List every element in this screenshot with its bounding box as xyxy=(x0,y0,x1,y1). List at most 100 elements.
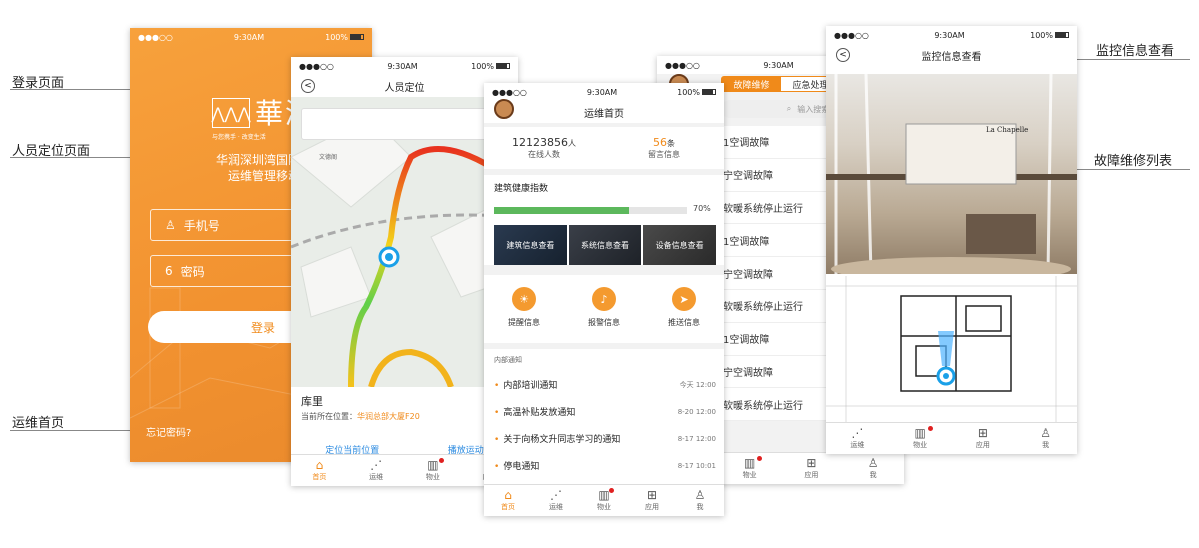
badge-dot xyxy=(756,456,762,461)
battery-indicator: 100% xyxy=(677,88,716,97)
status-bar: ●●●○○ 9:30AM 100% xyxy=(291,57,518,75)
person-icon: ♙ xyxy=(1040,426,1051,440)
forgot-password-link[interactable]: 忘记密码? xyxy=(146,424,191,439)
tab-me[interactable]: ♙ 我 xyxy=(676,485,724,516)
lightbulb-icon: ☀ xyxy=(512,287,536,311)
page-title: 运维首页 xyxy=(584,108,624,120)
tab-home[interactable]: ⌂ 首页 xyxy=(291,455,348,486)
quick-actions: ☀ 提醒信息 ♪ 报警信息 ➤ 推送信息 xyxy=(484,275,724,343)
share-icon: ⋰ xyxy=(851,426,864,440)
tab-apps[interactable]: ⊞应用 xyxy=(781,453,843,484)
tab-property[interactable]: ▥ 物业 xyxy=(889,423,952,454)
ops-home-screen: ●●●○○ 9:30AM 100% 运维首页 12123856人 在线人数 56… xyxy=(484,83,724,516)
tab-apps[interactable]: ⊞应用 xyxy=(628,485,676,516)
badge-dot xyxy=(927,426,933,431)
tile-building-info[interactable]: 建筑信息查看 xyxy=(494,225,567,265)
tile-device-info[interactable]: 设备信息查看 xyxy=(643,225,717,265)
badge-dot xyxy=(608,488,614,493)
apps-icon: ⊞ xyxy=(977,426,988,440)
health-progress-fill xyxy=(494,207,630,214)
messages-stat[interactable]: 56条 留言信息 xyxy=(604,127,724,169)
map-search-input[interactable] xyxy=(301,108,511,140)
tab-me[interactable]: ♙ 我 xyxy=(1014,423,1077,454)
status-time: 9:30AM xyxy=(233,32,265,42)
avatar[interactable] xyxy=(494,99,514,119)
signal-indicator: ●●●○○ xyxy=(834,30,869,40)
badge-dot xyxy=(439,458,445,463)
status-bar: ●●●○○ 9:30AM 100% xyxy=(130,28,372,46)
person-icon: ♙ xyxy=(694,488,706,502)
logo-icon: ⋀⋀⋀ xyxy=(211,98,251,128)
lock-icon: 6 xyxy=(165,264,173,278)
building-icon: ▥ xyxy=(427,458,439,472)
notice-item[interactable]: 内部培训通知今天 12:00 xyxy=(484,371,724,398)
shop-sign: La Chapelle xyxy=(986,126,1029,134)
tab-apps[interactable]: ⊞应用 xyxy=(952,423,1015,454)
mall-scene xyxy=(826,74,1077,274)
share-icon: ⋰ xyxy=(370,458,383,472)
current-position: 当前所在位置：华润总部大厦F20 xyxy=(301,412,420,421)
push-button[interactable]: ➤ 推送信息 xyxy=(668,275,700,343)
battery-indicator: 100% xyxy=(471,62,510,71)
user-icon: ♙ xyxy=(165,218,176,232)
page-title: 监控信息查看 xyxy=(921,51,982,63)
tile-system-info[interactable]: 系统信息查看 xyxy=(568,225,642,265)
tab-me[interactable]: ♙ 我 xyxy=(842,453,904,484)
floor-plan[interactable] xyxy=(826,276,1077,426)
annotation-repair: 故障维修列表 xyxy=(1094,154,1173,169)
logo-subtitle: 与您携手 · 改变生活 xyxy=(212,134,266,141)
online-users-stat[interactable]: 12123856人 在线人数 xyxy=(484,127,604,169)
back-icon[interactable]: < xyxy=(301,79,315,93)
notices-title: 内部通知 xyxy=(494,356,522,364)
home-icon: ⌂ xyxy=(315,458,324,472)
tab-property[interactable]: ▥ 物业 xyxy=(719,453,781,484)
person-name: 库里 xyxy=(301,395,323,408)
home-icon: ⌂ xyxy=(504,488,512,502)
notice-item[interactable]: 高温补贴发放通知8-20 12:00 xyxy=(484,398,724,425)
apps-icon: ⊞ xyxy=(806,456,817,470)
camera-view[interactable]: La Chapelle xyxy=(826,74,1077,274)
map-poi-label: 文德阁 xyxy=(319,154,338,161)
health-progress-bar xyxy=(494,207,687,214)
tab-repair[interactable]: 故障维修 xyxy=(722,77,781,91)
tab-ops[interactable]: ⋰运维 xyxy=(826,423,889,454)
reminder-button[interactable]: ☀ 提醒信息 xyxy=(508,275,540,343)
page-title: 人员定位 xyxy=(384,82,425,94)
tab-property[interactable]: ▥ 物业 xyxy=(405,455,462,486)
share-icon: ⋰ xyxy=(550,488,562,502)
alarm-button[interactable]: ♪ 报警信息 xyxy=(588,275,620,343)
status-time: 9:30AM xyxy=(763,60,794,70)
signal-indicator: ●●●○○ xyxy=(665,60,700,70)
stats-panel: 12123856人 在线人数 56条 留言信息 xyxy=(484,127,724,169)
signal-indicator: ●●●○○ xyxy=(492,87,527,97)
tab-bar: ⌂ 首页 ⋰ 运维 ▥ 物业 ⊞ 应用 ♙ 我 xyxy=(484,484,724,516)
info-tiles: 建筑信息查看 系统信息查看 设备信息查看 xyxy=(494,225,717,265)
building-icon: ▥ xyxy=(914,426,926,440)
status-bar: ●●●○○ 9:30AM 100% xyxy=(826,26,1077,44)
segment-control: 故障维修 应急处理 xyxy=(721,76,841,92)
send-icon: ➤ xyxy=(672,287,696,311)
tab-ops[interactable]: ⋰运维 xyxy=(348,455,405,486)
monitor-screen: ●●●○○ 9:30AM 100% < 监控信息查看 La Chapelle ⋰… xyxy=(826,26,1077,454)
building-icon: ▥ xyxy=(743,456,756,470)
annotation-monitor: 监控信息查看 xyxy=(1096,44,1175,59)
tab-home[interactable]: ⌂ 首页 xyxy=(484,485,532,516)
person-icon: ♙ xyxy=(867,456,879,470)
search-icon: ⌕ xyxy=(786,104,792,113)
status-bar: ●●●○○ 9:30AM 100% xyxy=(484,83,724,101)
health-title: 建筑健康指数 xyxy=(494,184,549,194)
back-icon[interactable]: < xyxy=(836,48,850,62)
annotation-home: 运维首页 xyxy=(12,416,65,431)
tab-property[interactable]: ▥ 物业 xyxy=(580,485,628,516)
notice-item[interactable]: 停电通知8-17 10:01 xyxy=(484,452,724,479)
floor-plan-drawing xyxy=(826,276,1077,426)
health-index-card: 建筑健康指数 70% 建筑信息查看 系统信息查看 设备信息查看 xyxy=(484,175,724,265)
notice-list: 内部通知 内部培训通知今天 12:00高温补贴发放通知8-20 12:00关于向… xyxy=(484,349,724,499)
tab-ops[interactable]: ⋰运维 xyxy=(532,485,580,516)
apps-icon: ⊞ xyxy=(646,488,658,502)
signal-indicator: ●●●○○ xyxy=(138,32,173,42)
status-time: 9:30AM xyxy=(586,87,618,97)
health-percent: 70% xyxy=(693,204,711,213)
nav-bar: < 监控信息查看 xyxy=(826,44,1077,66)
notice-item[interactable]: 关于向杨文升同志学习的通知8-17 12:00 xyxy=(484,425,724,452)
